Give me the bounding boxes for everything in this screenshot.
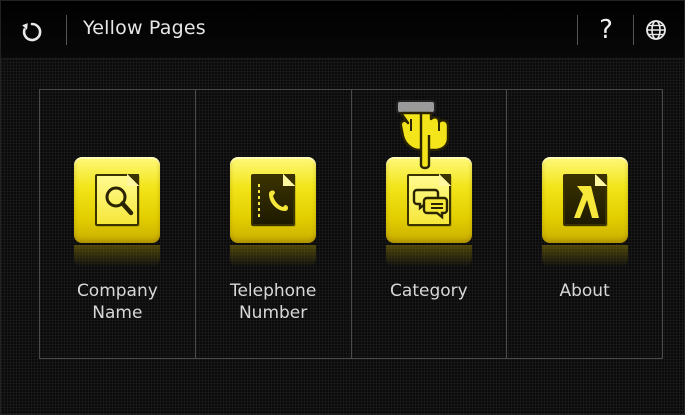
document-icon	[95, 174, 140, 226]
main-menu: Company Name Telephone Number Category A…	[39, 89, 663, 359]
back-button[interactable]	[15, 15, 49, 49]
tile-reflection	[230, 245, 317, 267]
tile-reflection	[74, 245, 161, 267]
menu-label-category: Category	[390, 281, 468, 301]
telephone-number-tile	[230, 157, 317, 243]
document-icon	[406, 174, 451, 226]
page-title: Yellow Pages	[83, 17, 206, 39]
yellow-pages-screen: Yellow Pages ? Company Name Telephone Nu…	[0, 0, 685, 415]
menu-item-about[interactable]: About	[507, 90, 662, 358]
about-tile	[541, 157, 628, 243]
menu-label-about: About	[559, 281, 610, 301]
company-name-tile	[74, 157, 161, 243]
menu-label-telephone-number: Telephone Number	[229, 281, 317, 323]
tile-reflection	[541, 245, 628, 267]
magnifier-icon	[105, 186, 134, 216]
globe-icon	[646, 20, 666, 40]
speech-bubbles-icon	[412, 188, 449, 220]
divider	[577, 15, 578, 45]
divider	[633, 15, 634, 45]
category-tile	[385, 157, 472, 243]
language-button[interactable]	[641, 15, 671, 45]
menu-label-company-name: Company Name	[76, 281, 158, 323]
help-icon: ?	[599, 15, 613, 45]
menu-item-company-name[interactable]: Company Name	[40, 90, 196, 358]
yellow-pages-logo-icon	[573, 186, 599, 218]
phonebook-shape	[251, 174, 296, 226]
phonebook-icon	[258, 184, 289, 220]
help-button[interactable]: ?	[589, 13, 623, 47]
top-bar: Yellow Pages ?	[1, 1, 684, 59]
menu-item-category[interactable]: Category	[352, 90, 508, 358]
tile-reflection	[385, 245, 472, 267]
refresh-back-icon	[22, 22, 42, 42]
divider	[66, 15, 67, 45]
logo-shape	[562, 174, 607, 226]
menu-item-telephone-number[interactable]: Telephone Number	[196, 90, 352, 358]
